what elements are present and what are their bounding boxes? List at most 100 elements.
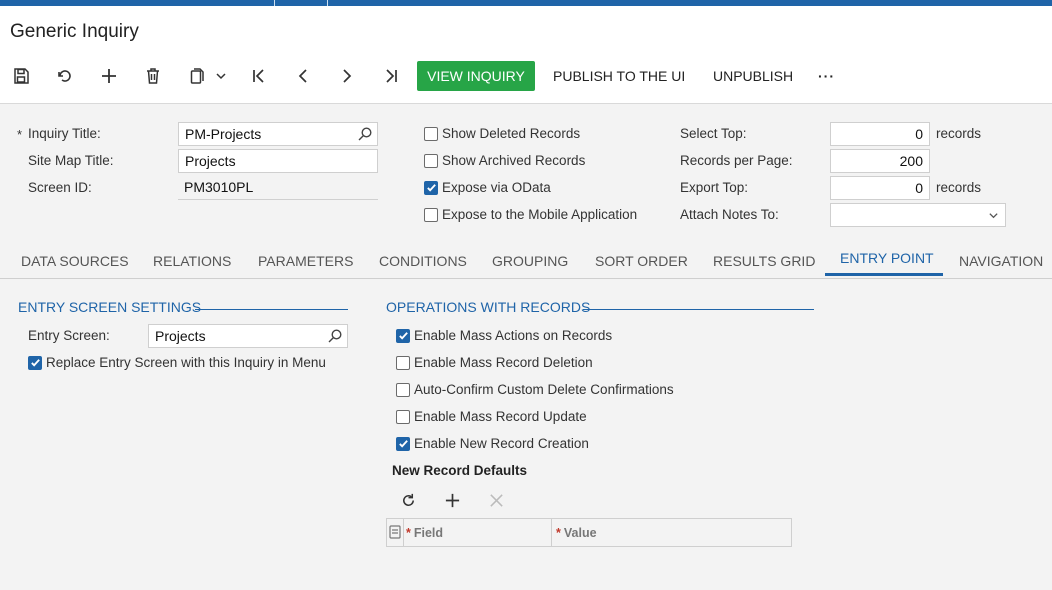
search-icon[interactable] xyxy=(327,328,343,344)
active-tab-indicator xyxy=(825,273,943,276)
enable-new-record-checkbox[interactable]: Enable New Record Creation xyxy=(396,436,589,451)
records-per-page-label: Records per Page: xyxy=(680,153,793,168)
expose-mobile-label: Expose to the Mobile Application xyxy=(442,207,638,222)
add-icon[interactable] xyxy=(94,61,124,91)
enable-mass-actions-label: Enable Mass Actions on Records xyxy=(414,328,613,343)
new-record-defaults-heading: New Record Defaults xyxy=(392,463,528,478)
page-title: Generic Inquiry xyxy=(10,21,139,42)
enable-mass-deletion-checkbox[interactable]: Enable Mass Record Deletion xyxy=(396,355,593,370)
tab-navigation[interactable]: NAVIGATION xyxy=(959,243,1043,279)
show-deleted-records-checkbox[interactable]: Show Deleted Records xyxy=(424,126,580,141)
tab-sort-order[interactable]: SORT ORDER xyxy=(595,243,688,279)
enable-mass-deletion-label: Enable Mass Record Deletion xyxy=(414,355,593,370)
section-divider xyxy=(583,309,814,310)
enable-new-record-label: Enable New Record Creation xyxy=(414,436,589,451)
entry-screen-input[interactable]: Projects xyxy=(148,324,348,348)
delete-row-icon xyxy=(484,488,508,512)
auto-confirm-delete-label: Auto-Confirm Custom Delete Confirmations xyxy=(414,382,674,397)
enable-mass-update-label: Enable Mass Record Update xyxy=(414,409,587,424)
export-top-unit: records xyxy=(936,180,982,195)
toolbar: VIEW INQUIRY PUBLISH TO THE UI UNPUBLISH… xyxy=(0,61,1052,91)
chevron-down-icon[interactable] xyxy=(206,61,236,91)
last-record-icon[interactable] xyxy=(376,61,406,91)
delete-icon[interactable] xyxy=(138,61,168,91)
tab-conditions[interactable]: CONDITIONS xyxy=(379,243,467,279)
select-top-unit: records xyxy=(936,126,982,141)
required-marker: * xyxy=(556,525,561,540)
row-selector-icon[interactable] xyxy=(389,525,401,539)
replace-entry-screen-label: Replace Entry Screen with this Inquiry i… xyxy=(46,355,326,370)
column-separator xyxy=(551,519,552,546)
entry-screen-value: Projects xyxy=(155,328,206,344)
tab-parameters[interactable]: PARAMETERS xyxy=(258,243,353,279)
inquiry-title-label: Inquiry Title: xyxy=(28,126,101,141)
select-top-input[interactable]: 0 xyxy=(830,122,930,146)
screen-id-label: Screen ID: xyxy=(28,180,92,195)
auto-confirm-delete-checkbox[interactable]: Auto-Confirm Custom Delete Confirmations xyxy=(396,382,674,397)
export-top-label: Export Top: xyxy=(680,180,749,195)
column-separator xyxy=(403,519,404,546)
chevron-down-icon[interactable] xyxy=(988,210,999,221)
checkbox-unchecked[interactable] xyxy=(396,355,410,370)
expose-via-odata-checkbox[interactable]: Expose via OData xyxy=(424,180,551,195)
column-header-field[interactable]: * Field xyxy=(406,519,443,546)
more-actions-button[interactable]: ··· xyxy=(818,61,835,91)
select-top-label: Select Top: xyxy=(680,126,747,141)
records-per-page-input[interactable]: 200 xyxy=(830,149,930,173)
export-top-input[interactable]: 0 xyxy=(830,176,930,200)
tab-entry-point[interactable]: ENTRY POINT xyxy=(840,240,934,276)
inquiry-title-value: PM-Projects xyxy=(185,126,262,142)
previous-record-icon[interactable] xyxy=(288,61,318,91)
page-header: Generic Inquiry VIEW INQUIRY PUBLISH TO … xyxy=(0,6,1052,104)
entry-screen-label: Entry Screen: xyxy=(28,328,110,343)
screen-id-field: PM3010PL xyxy=(178,176,378,200)
tab-relations[interactable]: RELATIONS xyxy=(153,243,231,279)
tab-grouping[interactable]: GROUPING xyxy=(492,243,568,279)
column-header-value[interactable]: * Value xyxy=(556,519,597,546)
checkbox-unchecked[interactable] xyxy=(424,153,438,168)
tab-results-grid[interactable]: RESULTS GRID xyxy=(713,243,815,279)
site-map-title-label: Site Map Title: xyxy=(28,153,114,168)
view-inquiry-button[interactable]: VIEW INQUIRY xyxy=(417,61,535,91)
next-record-icon[interactable] xyxy=(332,61,362,91)
checkbox-checked[interactable] xyxy=(28,355,42,370)
inquiry-title-input[interactable]: PM-Projects xyxy=(178,122,378,146)
add-row-icon[interactable] xyxy=(440,488,464,512)
column-header-value-label: Value xyxy=(563,525,597,540)
attach-notes-label: Attach Notes To: xyxy=(680,207,779,222)
first-record-icon[interactable] xyxy=(244,61,274,91)
search-icon[interactable] xyxy=(357,126,373,142)
entry-screen-settings-title: ENTRY SCREEN SETTINGS xyxy=(18,299,202,315)
replace-entry-screen-checkbox[interactable]: Replace Entry Screen with this Inquiry i… xyxy=(28,355,326,370)
publish-to-ui-button[interactable]: PUBLISH TO THE UI xyxy=(553,61,685,91)
required-marker: * xyxy=(406,525,411,540)
column-header-field-label: Field xyxy=(413,525,444,540)
inquiry-form: * Inquiry Title: PM-Projects Site Map Ti… xyxy=(0,105,1052,245)
enable-mass-actions-checkbox[interactable]: Enable Mass Actions on Records xyxy=(396,328,612,343)
checkbox-unchecked[interactable] xyxy=(396,382,410,397)
unpublish-button[interactable]: UNPUBLISH xyxy=(713,61,793,91)
site-map-title-value: Projects xyxy=(185,153,236,169)
refresh-icon[interactable] xyxy=(396,488,420,512)
tab-data-sources[interactable]: DATA SOURCES xyxy=(21,243,129,279)
checkbox-checked[interactable] xyxy=(396,436,410,451)
expose-mobile-checkbox[interactable]: Expose to the Mobile Application xyxy=(424,207,637,222)
section-divider xyxy=(195,309,348,310)
checkbox-checked[interactable] xyxy=(396,328,410,343)
undo-icon[interactable] xyxy=(50,61,80,91)
screen-id-value: PM3010PL xyxy=(184,179,254,195)
save-icon[interactable] xyxy=(6,61,36,91)
checkbox-checked[interactable] xyxy=(424,180,438,195)
expose-via-odata-label: Expose via OData xyxy=(442,180,551,195)
site-map-title-input[interactable]: Projects xyxy=(178,149,378,173)
checkbox-unchecked[interactable] xyxy=(424,126,438,141)
checkbox-unchecked[interactable] xyxy=(424,207,438,222)
required-marker: * xyxy=(17,127,23,142)
show-archived-records-label: Show Archived Records xyxy=(442,153,586,168)
show-archived-records-checkbox[interactable]: Show Archived Records xyxy=(424,153,585,168)
checkbox-unchecked[interactable] xyxy=(396,409,410,424)
enable-mass-update-checkbox[interactable]: Enable Mass Record Update xyxy=(396,409,587,424)
operations-with-records-title: OPERATIONS WITH RECORDS xyxy=(386,299,591,315)
defaults-grid-header: * Field * Value xyxy=(386,518,792,547)
attach-notes-select[interactable] xyxy=(830,203,1006,227)
